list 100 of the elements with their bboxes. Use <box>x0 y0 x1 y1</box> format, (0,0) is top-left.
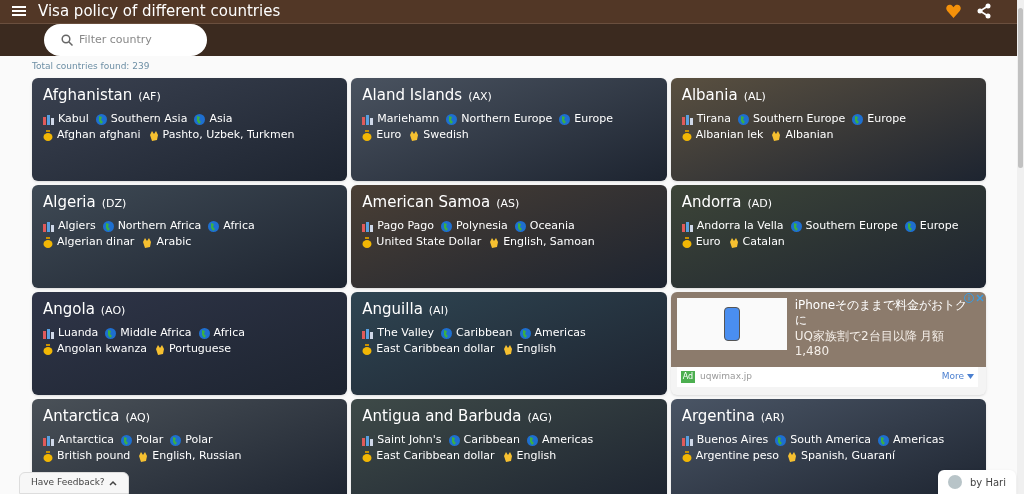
country-code: (AR) <box>760 409 785 426</box>
country-card[interactable]: Anguilla (AI) The Valley Caribbean Americas East Caribbean dollar English <box>351 291 667 395</box>
menu-icon[interactable] <box>12 5 26 18</box>
country-card[interactable]: Aland Islands (AX) Mariehamn Northern Europe Europe Euro Swedish <box>351 77 667 181</box>
globe-icon <box>904 220 916 232</box>
globe-icon <box>102 220 114 232</box>
avatar-icon <box>948 475 962 489</box>
country-name: Aland Islands <box>362 84 463 106</box>
country-name: Argentina <box>681 405 755 427</box>
info-text: Asia <box>209 111 233 127</box>
info-text: Caribbean <box>456 325 513 341</box>
caret-icon <box>967 374 974 379</box>
globe-icon <box>95 113 107 125</box>
heart-icon[interactable] <box>946 4 961 19</box>
info-text: Euro <box>376 127 402 143</box>
search-icon <box>61 33 73 46</box>
info-text: English, Samoan <box>503 234 595 250</box>
info-text: Buenos Aires <box>696 432 769 448</box>
info-text: Swedish <box>423 127 469 143</box>
info-text: Africa <box>223 218 255 234</box>
money-bag-icon <box>43 129 53 141</box>
money-bag-icon <box>43 343 53 355</box>
country-card[interactable]: Antigua and Barbuda (AG) Saint John's Caribbean Americas East Caribbean dollar English <box>351 398 667 494</box>
info-text: Polar <box>136 432 164 448</box>
info-text: Albanian lek <box>695 127 764 143</box>
country-name: Algeria <box>43 191 96 213</box>
info-text: Andorra la Vella <box>696 218 784 234</box>
info-text: Northern Europe <box>461 111 553 127</box>
globe-icon <box>121 434 133 446</box>
ad-headline: iPhoneそのままで料金がおトクに <box>794 297 969 328</box>
ad-domain: uqwimax.jp <box>700 369 753 383</box>
money-bag-icon <box>681 450 692 462</box>
info-text: Afghan afghani <box>57 127 141 143</box>
info-text: English <box>516 341 557 357</box>
info-text: Argentine peso <box>695 448 780 464</box>
ad-badge: Ad <box>680 370 696 383</box>
chevron-up-icon <box>108 480 117 486</box>
info-text: Portuguese <box>169 341 232 357</box>
info-text: Saint John's <box>377 432 442 448</box>
country-card[interactable]: American Samoa (AS) Pago Pago Polynesia Oceania United State Dollar English, Samoan <box>351 184 667 288</box>
info-text: Arabic <box>156 234 192 250</box>
money-bag-icon <box>43 236 53 248</box>
info-text: Polar <box>185 432 213 448</box>
info-text: Kabul <box>58 111 89 127</box>
info-text: Catalan <box>742 234 785 250</box>
globe-icon <box>441 327 453 339</box>
globe-icon <box>446 113 458 125</box>
money-bag-icon <box>43 450 53 462</box>
info-text: Middle Africa <box>120 325 192 341</box>
country-code: (AG) <box>527 409 552 426</box>
money-bag-icon <box>681 236 692 248</box>
scrollbar-thumb[interactable] <box>1018 8 1023 168</box>
feedback-button[interactable]: Have Feedback? <box>19 472 129 494</box>
globe-icon <box>852 113 864 125</box>
country-name: Antigua and Barbuda <box>362 405 522 427</box>
share-icon[interactable] <box>977 3 991 20</box>
country-name: Albania <box>681 84 738 106</box>
globe-icon <box>105 327 117 339</box>
country-code: (AO) <box>100 302 126 319</box>
info-text: Angolan kwanza <box>57 341 148 357</box>
country-code: (AF) <box>138 88 161 105</box>
close-icon[interactable] <box>975 292 985 303</box>
money-bag-icon <box>362 129 373 141</box>
country-name: Antarctica <box>43 405 120 427</box>
ad-card[interactable]: iPhoneそのままで料金がおトクに UQ家族割で2台目以降 月額1,480 Ad uqwimax.jp More <box>670 291 986 395</box>
country-name: Angola <box>43 298 95 320</box>
country-code: (AQ) <box>125 409 150 426</box>
info-text: English <box>516 448 557 464</box>
app-title: Visa policy of different countries <box>38 1 281 22</box>
country-card[interactable]: Algeria (DZ) Algiers Northern Africa Africa Algerian dinar Arabic <box>32 184 348 288</box>
info-text: Southern Europe <box>805 218 898 234</box>
globe-icon <box>527 434 538 446</box>
country-card[interactable]: Angola (AO) Luanda Middle Africa Africa Angolan kwanza Portuguese <box>32 291 348 395</box>
globe-icon <box>198 327 210 339</box>
scrollbar[interactable] <box>1017 0 1024 494</box>
money-bag-icon <box>362 450 373 462</box>
info-text: South America <box>790 432 872 448</box>
country-name: Andorra <box>681 191 742 213</box>
info-text: Northern Africa <box>117 218 202 234</box>
globe-icon <box>448 434 460 446</box>
info-text: Southern Europe <box>753 111 846 127</box>
info-text: Tirana <box>696 111 732 127</box>
more-button[interactable]: More <box>941 369 974 384</box>
info-text: Caribbean <box>463 432 520 448</box>
info-text: Albanian <box>785 127 834 143</box>
country-card[interactable]: Andorra (AD) Andorra la Vella Southern Europe Europe Euro Catalan <box>670 184 986 288</box>
info-text: East Caribbean dollar <box>376 341 495 357</box>
globe-icon <box>878 434 890 446</box>
info-text: Southern Asia <box>110 111 188 127</box>
author-button[interactable]: by Hari <box>938 470 1016 494</box>
info-text: Polynesia <box>456 218 508 234</box>
search-field[interactable]: Filter country <box>44 23 207 56</box>
info-text: Spanish, Guaraní <box>801 448 896 464</box>
country-code: (AD) <box>747 195 772 212</box>
country-card[interactable]: Albania (AL) Tirana Southern Europe Europe Albanian lek Albanian <box>670 77 986 181</box>
country-card[interactable]: Afghanistan (AF) Kabul Southern Asia Asia Afghan afghani Pashto, Uzbek, Turkmen <box>32 77 348 181</box>
info-text: Americas <box>542 432 594 448</box>
info-text: Algiers <box>58 218 96 234</box>
country-code: (AL) <box>743 88 766 105</box>
info-text: English, Russian <box>152 448 242 464</box>
